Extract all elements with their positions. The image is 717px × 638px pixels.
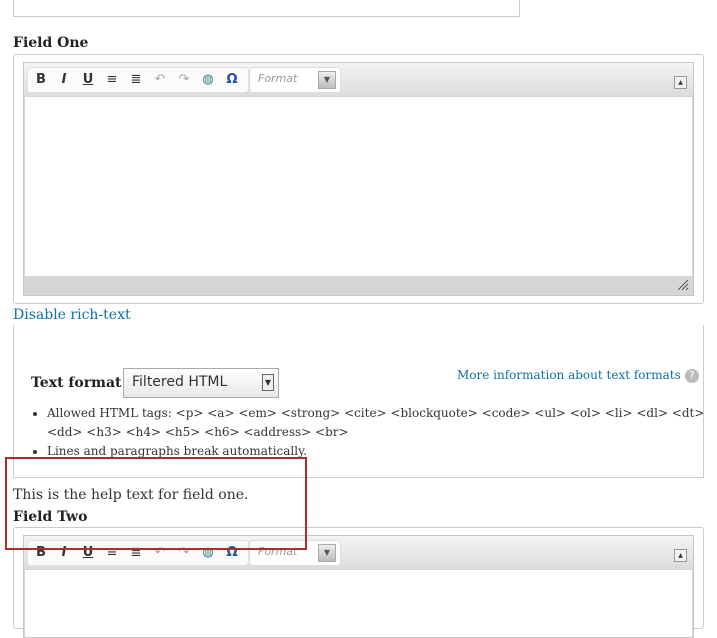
redo-icon[interactable]: ↷	[175, 71, 193, 89]
undo-icon[interactable]: ↶	[151, 71, 169, 89]
field-one-label: Field One	[13, 35, 89, 51]
highlight-annotation-box	[5, 457, 307, 550]
more-info-container: More information about text formats?	[457, 368, 699, 383]
format-tip-item: Allowed HTML tags: <p> <a> <em> <strong>…	[47, 404, 717, 442]
format-dropdown-label: Format	[258, 72, 298, 85]
underline-icon[interactable]: U	[79, 71, 97, 89]
toolbar-button-group: B I U ≡ ≣ ↶ ↷ ◍ Ω	[27, 67, 249, 93]
field-one-editor-frame: B I U ≡ ≣ ↶ ↷ ◍ Ω Format ▼ ▲	[23, 62, 694, 296]
italic-icon[interactable]: I	[55, 71, 73, 89]
help-question-icon[interactable]: ?	[684, 369, 699, 383]
field-one-editor: B I U ≡ ≣ ↶ ↷ ◍ Ω Format ▼ ▲	[13, 54, 704, 304]
field-one-content-area[interactable]	[25, 97, 692, 276]
text-format-label: Text format	[31, 375, 122, 391]
numbered-list-icon[interactable]: ≣	[127, 71, 145, 89]
chevron-down-icon: ▼	[318, 71, 336, 89]
bulleted-list-icon[interactable]: ≡	[103, 71, 121, 89]
field-two-editor-frame: B I U ≡ ≣ ↶ ↷ ◍ Ω Format ▼ ▲	[23, 535, 694, 638]
text-format-select[interactable]: Filtered HTML ▼	[123, 368, 279, 398]
chevron-down-icon: ▼	[318, 544, 336, 562]
format-dropdown[interactable]: Format ▼	[249, 67, 341, 93]
collapse-toolbar-icon[interactable]: ▲	[674, 76, 687, 89]
link-globe-icon[interactable]: ◍	[199, 71, 217, 89]
field-one-toolbar: B I U ≡ ≣ ↶ ↷ ◍ Ω Format ▼ ▲	[24, 63, 693, 96]
disable-rich-text-link[interactable]: Disable rich-text	[13, 307, 131, 323]
resize-grip-icon[interactable]	[677, 279, 689, 291]
field-two-content-area[interactable]	[25, 570, 692, 637]
text-format-panel: Text format Filtered HTML ▼ More informa…	[13, 325, 704, 478]
bold-icon[interactable]: B	[32, 71, 50, 89]
format-tips-list: Allowed HTML tags: <p> <a> <em> <strong>…	[14, 404, 717, 461]
collapse-toolbar-icon[interactable]: ▲	[674, 549, 687, 562]
text-format-select-value: Filtered HTML	[132, 374, 228, 390]
previous-field-input[interactable]	[13, 0, 520, 17]
more-info-formats-link[interactable]: More information about text formats	[457, 368, 681, 382]
special-char-icon[interactable]: Ω	[223, 71, 241, 89]
chevron-down-icon: ▼	[262, 374, 274, 391]
